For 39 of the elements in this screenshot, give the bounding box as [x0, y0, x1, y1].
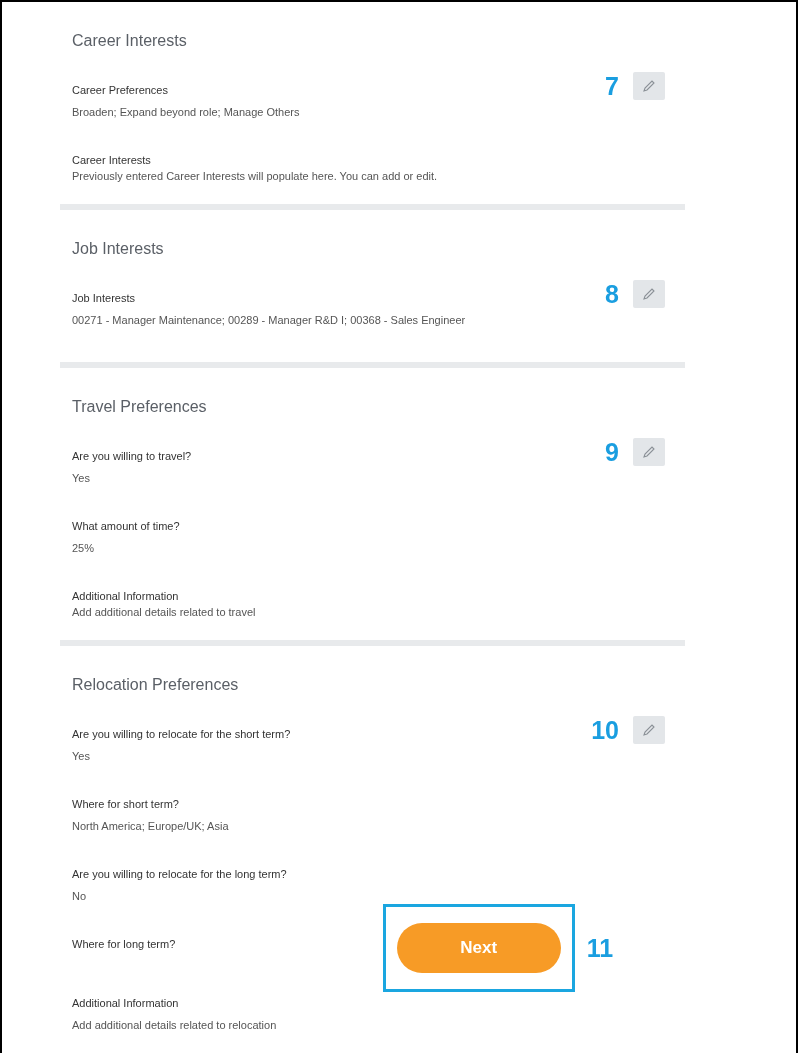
section-title: Travel Preferences — [72, 398, 208, 416]
field-label: Are you willing to relocate for the long term? — [72, 868, 288, 880]
field-value: Previously entered Career Interests will populate here. You can add or edit. — [72, 170, 439, 182]
next-button[interactable]: Next — [396, 923, 561, 973]
edit-button[interactable] — [633, 72, 665, 100]
field-label: Additional Information — [72, 997, 180, 1009]
field-value: North America; Europe/UK; Asia — [72, 820, 230, 832]
field-label: Where for long term? — [72, 938, 176, 950]
field-value: 00271 - Manager Maintenance; 00289 - Manager R&D I; 00368 - Sales Engineer — [72, 314, 467, 326]
section-title: Career Interests — [72, 32, 188, 50]
field-label: Career Preferences — [72, 84, 169, 96]
field-label: Job Interests — [72, 292, 136, 304]
field-label: What amount of time? — [72, 520, 181, 532]
field-label: Are you willing to travel? — [72, 450, 193, 462]
callout-number: 10 — [591, 715, 619, 745]
field-value: Add additional details related to travel — [72, 606, 257, 618]
edit-button[interactable] — [633, 438, 665, 466]
edit-button[interactable] — [633, 716, 665, 744]
section-title: Job Interests — [72, 240, 165, 258]
field-value: Yes — [72, 750, 91, 762]
pencil-icon — [642, 723, 656, 737]
field-label: Are you willing to relocate for the short term? — [72, 728, 292, 740]
callout-number: 11 — [586, 933, 614, 963]
edit-button[interactable] — [633, 280, 665, 308]
field-value: No — [72, 890, 88, 902]
callout-number: 8 — [605, 279, 619, 309]
pencil-icon — [642, 445, 656, 459]
field-value: Yes — [72, 472, 91, 484]
pencil-icon — [642, 287, 656, 301]
callout-number: 7 — [605, 71, 619, 101]
field-value: 25% — [72, 542, 96, 554]
field-value: Broaden; Expand beyond role; Manage Others — [72, 106, 301, 118]
field-label: Additional Information — [72, 590, 180, 602]
field-label: Where for short term? — [72, 798, 180, 810]
field-label: Career Interests — [72, 154, 152, 166]
callout-number: 9 — [605, 437, 619, 467]
pencil-icon — [642, 79, 656, 93]
field-value: Add additional details related to relocation — [72, 1019, 278, 1031]
section-title: Relocation Preferences — [72, 676, 240, 694]
